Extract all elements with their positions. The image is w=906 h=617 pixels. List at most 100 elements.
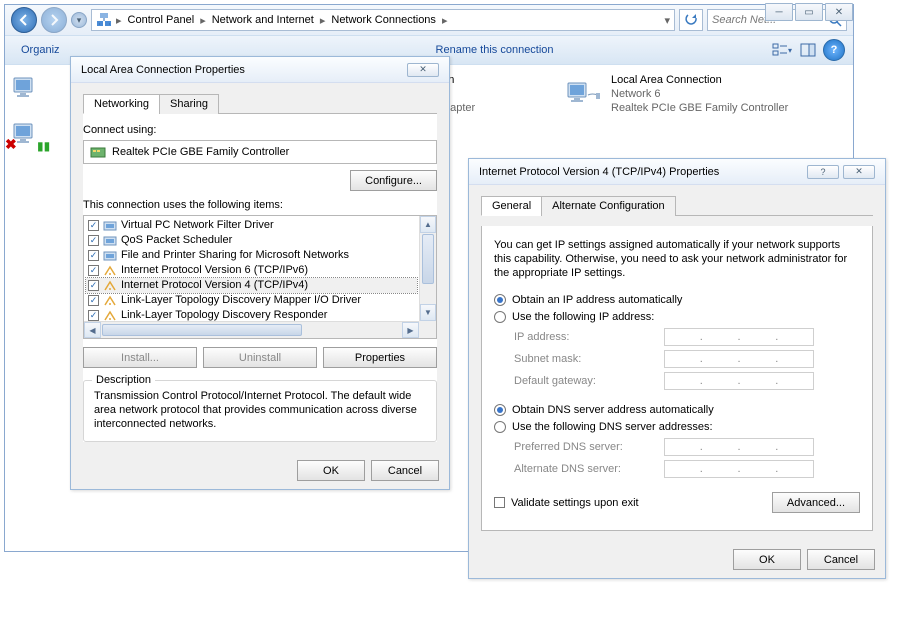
item-checkbox[interactable]: ✓ (88, 220, 99, 231)
list-item[interactable]: ✓Link-Layer Topology Discovery Mapper I/… (86, 293, 417, 308)
signal-icon: ▮▮ (37, 139, 50, 153)
ip-address-field[interactable]: ... (664, 328, 814, 346)
cancel-button[interactable]: Cancel (807, 549, 875, 570)
list-item[interactable]: ✓ Internet Protocol Version 4 (TCP/IPv4) (86, 278, 417, 293)
ok-button[interactable]: OK (297, 460, 365, 481)
dialog-title: Local Area Connection Properties (81, 64, 403, 76)
radio-use-ip-label: Use the following IP address: (512, 311, 654, 323)
breadcrumb-bar[interactable]: ▸ Control Panel ▸ Network and Internet ▸… (91, 9, 675, 31)
list-item[interactable]: ✓ QoS Packet Scheduler (86, 233, 417, 248)
scrollbar-horizontal[interactable]: ◀ ▶ (84, 321, 419, 338)
network-adapter-icon (565, 80, 601, 108)
subnet-mask-field[interactable]: ... (664, 350, 814, 368)
service-icon (103, 250, 117, 262)
scroll-up-button[interactable]: ▲ (420, 216, 436, 233)
scroll-thumb[interactable] (102, 324, 302, 336)
description-text: Transmission Control Protocol/Internet P… (94, 389, 426, 431)
configure-button[interactable]: Configure... (350, 170, 437, 191)
item-checkbox[interactable]: ✓ (88, 265, 99, 276)
cancel-button[interactable]: Cancel (371, 460, 439, 481)
items-label: This connection uses the following items… (83, 199, 437, 211)
tab-networking[interactable]: Networking (83, 94, 160, 114)
refresh-icon (684, 13, 698, 27)
item-label: File and Printer Sharing for Microsoft N… (121, 248, 349, 263)
ok-button[interactable]: OK (733, 549, 801, 570)
scroll-thumb[interactable] (422, 234, 434, 284)
chevron-right-icon: ▸ (442, 14, 448, 27)
breadcrumb-item[interactable]: Control Panel (126, 13, 197, 27)
preferred-dns-field[interactable]: ... (664, 438, 814, 456)
item-label: Internet Protocol Version 6 (TCP/IPv6) (121, 263, 308, 278)
disabled-x-icon: ✖ (5, 136, 17, 153)
scrollbar-vertical[interactable]: ▲ ▼ (419, 216, 436, 321)
item-checkbox[interactable]: ✓ (88, 250, 99, 261)
components-listbox[interactable]: ✓ Virtual PC Network Filter Driver ✓ QoS Pa… (83, 215, 437, 339)
minimize-button[interactable]: ─ (765, 3, 793, 21)
maximize-button[interactable]: ▭ (795, 3, 823, 21)
view-icon (772, 42, 788, 58)
alternate-dns-field[interactable]: ... (664, 460, 814, 478)
properties-button[interactable]: Properties (323, 347, 437, 368)
help-button[interactable]: ? (823, 39, 845, 61)
connection-item[interactable]: Local Area Connection Network 6 Realtek … (565, 73, 788, 115)
radio-use-ip[interactable] (494, 311, 506, 323)
item-label: Virtual PC Network Filter Driver (121, 218, 274, 233)
radio-use-dns[interactable] (494, 421, 506, 433)
list-item[interactable]: ✓ File and Printer Sharing for Microsoft … (86, 248, 417, 263)
dialog-titlebar[interactable]: Local Area Connection Properties ✕ (71, 57, 449, 83)
chevron-down-icon[interactable]: ▾ (664, 14, 670, 27)
validate-checkbox[interactable] (494, 497, 505, 508)
scroll-corner (419, 321, 436, 338)
chevron-right-icon: ▸ (320, 14, 326, 27)
tab-general[interactable]: General (481, 196, 542, 216)
dialog-title: Internet Protocol Version 4 (TCP/IPv4) P… (479, 166, 803, 178)
radio-obtain-dns-label: Obtain DNS server address automatically (512, 404, 714, 416)
radio-obtain-ip-label: Obtain an IP address automatically (512, 294, 682, 306)
adapter-field[interactable]: Realtek PCIe GBE Family Controller (83, 140, 437, 164)
alternate-dns-label: Alternate DNS server: (514, 463, 664, 475)
install-button[interactable]: Install... (83, 347, 197, 368)
close-button[interactable]: ✕ (825, 3, 853, 21)
gateway-label: Default gateway: (514, 375, 664, 387)
forward-button[interactable] (41, 7, 67, 33)
radio-obtain-dns[interactable] (494, 404, 506, 416)
connection-item[interactable] (11, 75, 47, 103)
connection-item[interactable]: ✖ ▮▮ (11, 121, 47, 149)
scroll-right-button[interactable]: ▶ (402, 322, 419, 338)
chevron-right-icon: ▸ (200, 14, 206, 27)
back-button[interactable] (11, 7, 37, 33)
protocol-icon (103, 265, 117, 277)
service-icon (103, 220, 117, 232)
protocol-icon (103, 280, 117, 292)
dialog-close-button[interactable]: ✕ (407, 63, 439, 77)
radio-obtain-ip[interactable] (494, 294, 506, 306)
breadcrumb-item[interactable]: Network and Internet (210, 13, 316, 27)
connection-title: Local Area Connection (611, 73, 788, 87)
preview-pane-button[interactable] (797, 39, 819, 61)
uninstall-button[interactable]: Uninstall (203, 347, 317, 368)
history-dropdown[interactable]: ▾ (71, 12, 87, 28)
item-checkbox[interactable]: ✓ (88, 280, 99, 291)
organize-menu[interactable]: Organiz (13, 42, 68, 58)
scroll-down-button[interactable]: ▼ (420, 304, 436, 321)
protocol-icon (103, 310, 117, 322)
item-checkbox[interactable]: ✓ (88, 295, 99, 306)
dialog-titlebar[interactable]: Internet Protocol Version 4 (TCP/IPv4) P… (469, 159, 885, 185)
breadcrumb-item[interactable]: Network Connections (329, 13, 438, 27)
list-item[interactable]: ✓ Internet Protocol Version 6 (TCP/IPv6) (86, 263, 417, 278)
list-item[interactable]: ✓Link-Layer Topology Discovery Responder (86, 308, 417, 321)
item-checkbox[interactable]: ✓ (88, 235, 99, 246)
view-options-button[interactable]: ▾ (771, 39, 793, 61)
gateway-field[interactable]: ... (664, 372, 814, 390)
tab-sharing[interactable]: Sharing (159, 94, 219, 114)
refresh-button[interactable] (679, 9, 703, 31)
dialog-close-button[interactable]: ✕ (843, 165, 875, 179)
list-item[interactable]: ✓ Virtual PC Network Filter Driver (86, 218, 417, 233)
scroll-left-button[interactable]: ◀ (84, 322, 101, 338)
item-label: Internet Protocol Version 4 (TCP/IPv4) (121, 278, 308, 293)
item-checkbox[interactable]: ✓ (88, 310, 99, 321)
item-label: QoS Packet Scheduler (121, 233, 232, 248)
advanced-button[interactable]: Advanced... (772, 492, 860, 513)
tab-alternate-configuration[interactable]: Alternate Configuration (541, 196, 676, 216)
dialog-help-button[interactable]: ? (807, 165, 839, 179)
